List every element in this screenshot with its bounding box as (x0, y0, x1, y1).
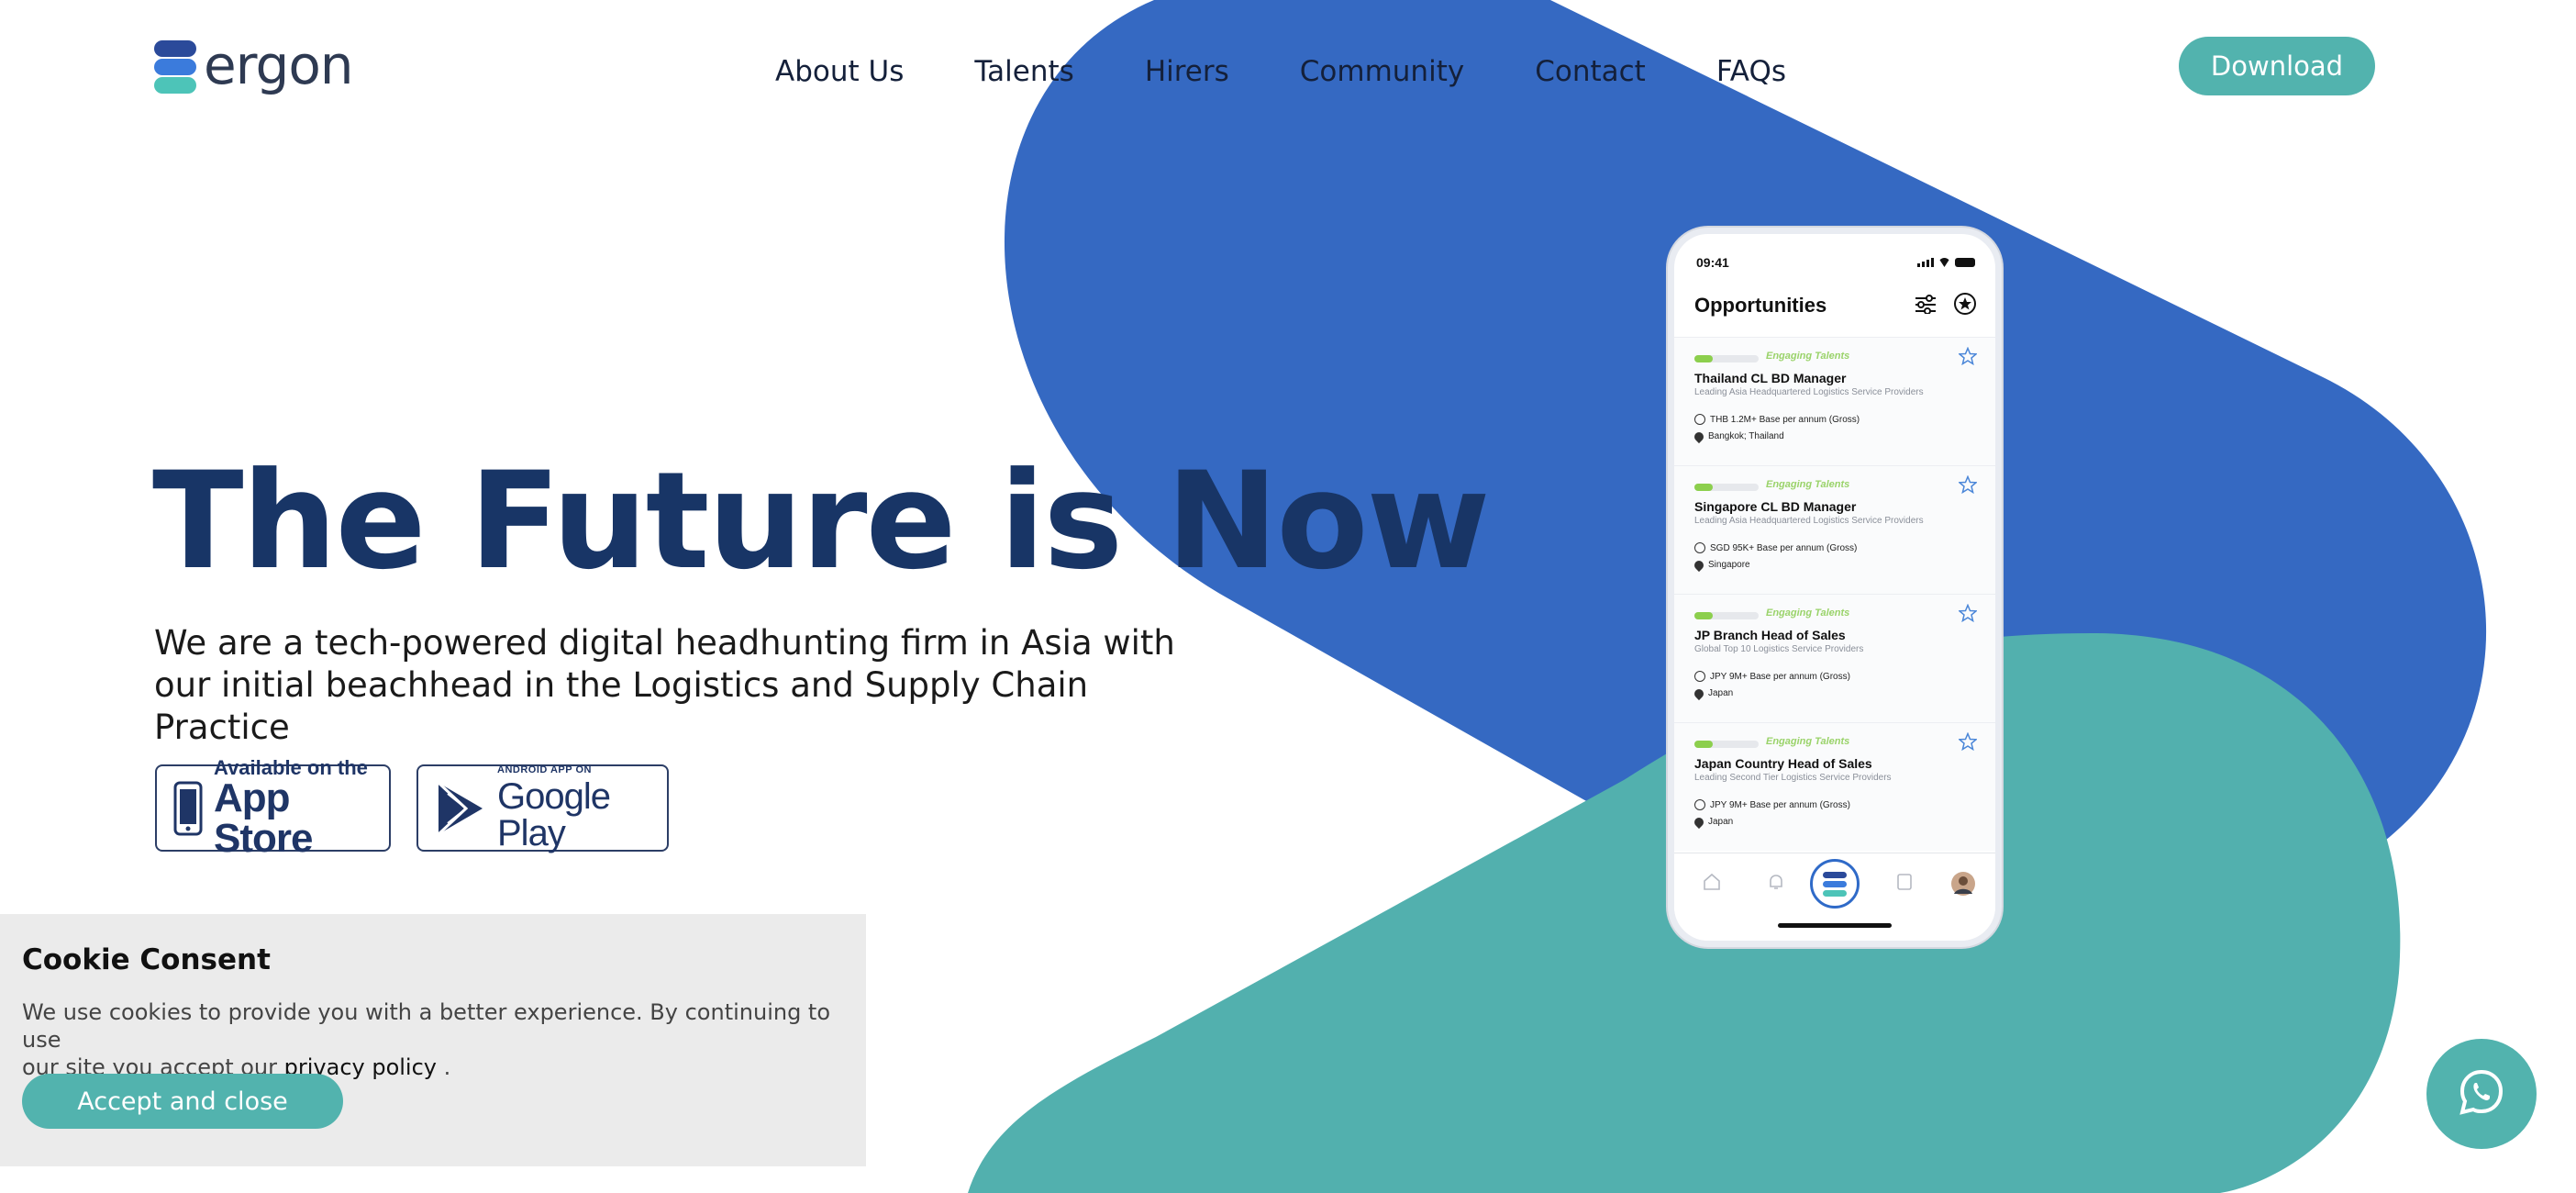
salary-icon (1694, 414, 1705, 425)
accept-and-close-button[interactable]: Accept and close (22, 1074, 343, 1129)
app-store-big-text: App Store (214, 775, 313, 861)
ergon-logo[interactable]: ergon (154, 34, 354, 96)
profile-avatar[interactable] (1951, 872, 1975, 900)
job-card[interactable]: Engaging Talents Thailand CL BD Manager … (1674, 337, 1995, 465)
hero-subtitle-line-2: our initial beachhead in the Logistics a… (154, 665, 1089, 747)
phone-time: 09:41 (1696, 255, 1729, 270)
signal-icon (1917, 258, 1934, 267)
job-title: Japan Country Head of Sales (1694, 756, 1872, 771)
opportunities-header: Opportunities (1694, 291, 1977, 320)
cookie-title: Cookie Consent (22, 943, 271, 976)
cookie-text-line-1: We use cookies to provide you with a bet… (22, 999, 831, 1053)
wifi-icon (1938, 258, 1950, 267)
app-store-badge[interactable]: Available on the App Store (155, 757, 391, 858)
job-location: Japan (1708, 817, 1734, 827)
nav-talents[interactable]: Talents (974, 55, 1073, 88)
star-icon[interactable] (1958, 474, 1978, 498)
nav-faqs[interactable]: FAQs (1716, 55, 1786, 88)
whatsapp-button[interactable] (2426, 1039, 2537, 1149)
job-location: Singapore (1708, 560, 1750, 570)
salary-icon (1694, 671, 1705, 682)
location-pin-icon (1692, 429, 1706, 443)
opportunities-list: Engaging Talents Thailand CL BD Manager … (1674, 337, 1995, 851)
job-title: JP Branch Head of Sales (1694, 628, 1846, 642)
job-card[interactable]: Engaging Talents Singapore CL BD Manager… (1674, 465, 1995, 594)
phone-status-bar: 09:41 (1696, 254, 1975, 271)
cookie-text: We use cookies to provide you with a bet… (22, 998, 848, 1081)
star-icon[interactable] (1958, 731, 1978, 755)
main-nav: About Us Talents Hirers Community Contac… (775, 55, 1857, 88)
hero-subtitle: We are a tech-powered digital headhuntin… (154, 622, 1209, 749)
job-salary: SGD 95K+ Base per annum (Gross) (1710, 542, 1858, 553)
salary-icon (1694, 799, 1705, 810)
job-salary: THB 1.2M+ Base per annum (Gross) (1710, 414, 1860, 425)
favorites-star-icon[interactable] (1953, 292, 1977, 320)
location-pin-icon (1692, 686, 1706, 700)
cookie-consent-banner: Cookie Consent We use cookies to provide… (0, 914, 866, 1166)
google-play-badge[interactable]: ANDROID APP ON Google Play (416, 764, 669, 852)
job-salary: JPY 9M+ Base per annum (Gross) (1710, 799, 1850, 810)
hero-subtitle-line-1: We are a tech-powered digital headhuntin… (154, 623, 1175, 663)
progress-pill (1694, 741, 1759, 748)
job-status: Engaging Talents (1766, 351, 1850, 362)
hero-title: The Future is Now (152, 443, 1491, 599)
logo-wordmark: ergon (204, 34, 354, 96)
home-icon[interactable] (1702, 872, 1722, 897)
whatsapp-icon (2457, 1067, 2506, 1121)
job-status: Engaging Talents (1766, 736, 1850, 747)
job-title: Thailand CL BD Manager (1694, 371, 1847, 385)
ergon-tab-icon[interactable] (1810, 859, 1860, 909)
google-play-icon (435, 780, 486, 837)
location-pin-icon (1692, 815, 1706, 829)
star-icon[interactable] (1958, 603, 1978, 627)
phone-mockup: 09:41 Opportunities Engaging Talents Tha… (1668, 228, 2002, 947)
bell-icon[interactable] (1766, 872, 1786, 897)
cookie-text-end: . (437, 1054, 451, 1080)
job-company: Global Top 10 Logistics Service Provider… (1694, 644, 1864, 654)
job-card[interactable]: Engaging Talents JP Branch Head of Sales… (1674, 594, 1995, 722)
google-play-small-text: ANDROID APP ON (497, 764, 592, 775)
job-company: Leading Asia Headquartered Logistics Ser… (1694, 387, 1924, 397)
progress-pill (1694, 612, 1759, 619)
apple-phone-icon (173, 781, 203, 836)
nav-hirers[interactable]: Hirers (1145, 55, 1229, 88)
star-icon[interactable] (1958, 346, 1978, 370)
salary-icon (1694, 542, 1705, 553)
opportunities-title: Opportunities (1694, 294, 1827, 317)
google-play-big-text: Google Play (497, 775, 611, 853)
job-status: Engaging Talents (1766, 479, 1850, 490)
nav-contact[interactable]: Contact (1535, 55, 1646, 88)
job-title: Singapore CL BD Manager (1694, 499, 1857, 514)
job-location: Bangkok; Thailand (1708, 431, 1784, 441)
progress-pill (1694, 355, 1759, 362)
battery-icon (1955, 258, 1975, 267)
job-company: Leading Asia Headquartered Logistics Ser… (1694, 516, 1924, 526)
download-button[interactable]: Download (2179, 37, 2375, 95)
home-indicator (1778, 923, 1892, 928)
job-salary: JPY 9M+ Base per annum (Gross) (1710, 671, 1850, 682)
progress-pill (1694, 484, 1759, 491)
job-company: Leading Second Tier Logistics Service Pr… (1694, 773, 1892, 783)
filter-icon[interactable] (1915, 294, 1937, 318)
job-location: Japan (1708, 688, 1734, 698)
job-status: Engaging Talents (1766, 608, 1850, 619)
ergon-logo-mark-icon (154, 37, 196, 94)
document-icon[interactable] (1894, 872, 1915, 897)
nav-community[interactable]: Community (1300, 55, 1464, 88)
nav-about-us[interactable]: About Us (775, 55, 904, 88)
location-pin-icon (1692, 558, 1706, 572)
job-card[interactable]: Engaging Talents Japan Country Head of S… (1674, 722, 1995, 851)
